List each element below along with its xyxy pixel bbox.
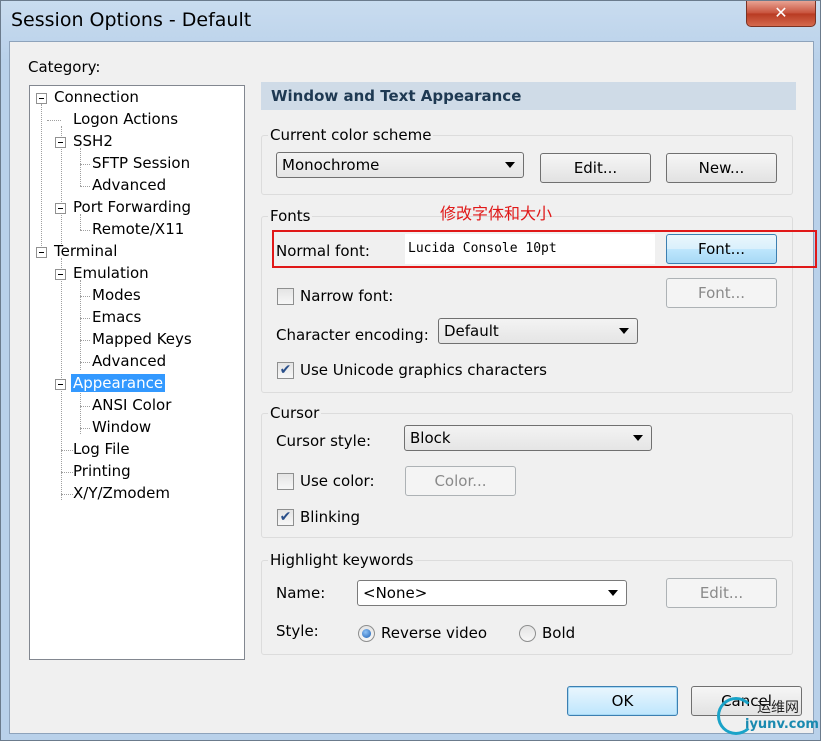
checkmark-icon: ✔ <box>279 509 292 525</box>
collapse-icon[interactable] <box>55 379 66 390</box>
tree-guide <box>61 450 73 451</box>
dropdown-arrow-icon <box>633 435 643 441</box>
dropdown-arrow-icon <box>619 328 629 334</box>
collapse-icon[interactable] <box>55 137 66 148</box>
cursor-style-select[interactable]: Block <box>404 425 652 451</box>
tree-guide <box>47 120 61 121</box>
use-color-label: Use color: <box>300 472 375 490</box>
tree-guide <box>80 362 90 363</box>
bold-label: Bold <box>542 624 576 642</box>
narrow-font-checkbox[interactable] <box>277 288 294 305</box>
tree-guide <box>80 148 81 186</box>
tree-guide <box>80 318 90 319</box>
encoding-label: Character encoding: <box>276 326 429 344</box>
reverse-video-radio[interactable] <box>358 625 375 642</box>
unicode-graphics-label: Use Unicode graphics characters <box>300 361 547 379</box>
collapse-icon[interactable] <box>36 93 47 104</box>
group-title: Cursor <box>268 404 322 422</box>
category-label: Category: <box>28 58 101 76</box>
keyword-style-label: Style: <box>276 622 319 640</box>
tree-guide <box>61 494 73 495</box>
tree-item-xyzmodem[interactable]: X/Y/Zmodem <box>73 483 170 503</box>
tree-item-log-file[interactable]: Log File <box>73 439 130 459</box>
narrow-font-button[interactable]: Font... <box>666 278 777 308</box>
session-options-window: Session Options - Default ✕ Category: Co… <box>0 0 821 741</box>
tree-item-emulation[interactable]: Emulation <box>73 263 149 283</box>
keyword-edit-button[interactable]: Edit... <box>666 578 777 608</box>
watermark-text: 运维网 <box>757 700 799 716</box>
highlight-box <box>272 230 817 268</box>
checkmark-icon: ✔ <box>279 362 292 378</box>
group-title: Fonts <box>268 207 313 225</box>
tree-item-emulation-advanced[interactable]: Advanced <box>92 351 166 371</box>
close-button[interactable]: ✕ <box>746 1 816 27</box>
tree-item-terminal[interactable]: Terminal <box>54 241 117 261</box>
ok-button[interactable]: OK <box>567 686 678 716</box>
group-title: Current color scheme <box>268 126 434 144</box>
blinking-label: Blinking <box>300 508 361 526</box>
encoding-value: Default <box>444 322 499 340</box>
close-icon: ✕ <box>774 3 788 22</box>
color-scheme-value: Monochrome <box>282 156 380 174</box>
bold-radio[interactable] <box>519 625 536 642</box>
dropdown-arrow-icon <box>505 162 515 168</box>
tree-item-ssh2[interactable]: SSH2 <box>73 131 113 151</box>
title-bar[interactable]: Session Options - Default ✕ <box>1 1 820 41</box>
unicode-graphics-checkbox[interactable]: ✔ <box>277 362 294 379</box>
dialog-body: Category: Connection Logon Actions SSH2 … <box>9 41 817 734</box>
tree-item-printing[interactable]: Printing <box>73 461 131 481</box>
tree-guide <box>80 406 90 407</box>
tree-item-emacs[interactable]: Emacs <box>92 307 141 327</box>
tree-item-connection[interactable]: Connection <box>54 87 139 107</box>
collapse-icon[interactable] <box>36 247 47 258</box>
tree-guide <box>80 186 90 187</box>
dropdown-arrow-icon <box>608 590 618 596</box>
use-color-checkbox[interactable] <box>277 473 294 490</box>
tree-item-modes[interactable]: Modes <box>92 285 141 305</box>
panel-header: Window and Text Appearance <box>261 82 796 110</box>
collapse-icon[interactable] <box>55 203 66 214</box>
reverse-video-label: Reverse video <box>381 624 488 642</box>
tree-guide <box>61 472 73 473</box>
group-title: Highlight keywords <box>268 551 416 569</box>
color-scheme-edit-button[interactable]: Edit... <box>540 153 651 183</box>
cursor-style-value: Block <box>410 429 451 447</box>
tree-guide <box>41 104 42 254</box>
keyword-name-value: <None> <box>363 584 428 602</box>
cursor-color-button[interactable]: Color... <box>405 466 516 496</box>
tree-guide <box>80 340 90 341</box>
window-title: Session Options - Default <box>11 9 252 31</box>
tree-item-sftp-session[interactable]: SFTP Session <box>92 153 190 173</box>
color-scheme-select[interactable]: Monochrome <box>276 152 524 178</box>
tree-item-port-forwarding[interactable]: Port Forwarding <box>73 197 191 217</box>
blinking-checkbox[interactable]: ✔ <box>277 509 294 526</box>
tree-guide <box>80 428 90 429</box>
collapse-icon[interactable] <box>55 269 66 280</box>
tree-guide <box>80 296 90 297</box>
tree-item-remote-x11[interactable]: Remote/X11 <box>92 219 184 239</box>
tree-item-ssh2-advanced[interactable]: Advanced <box>92 175 166 195</box>
keyword-name-select[interactable]: <None> <box>357 580 627 606</box>
tree-item-window[interactable]: Window <box>92 417 151 437</box>
tree-item-mapped-keys[interactable]: Mapped Keys <box>92 329 192 349</box>
color-scheme-new-button[interactable]: New... <box>666 153 777 183</box>
tree-item-ansi-color[interactable]: ANSI Color <box>92 395 171 415</box>
narrow-font-label: Narrow font: <box>300 287 394 305</box>
keyword-name-label: Name: <box>276 584 326 602</box>
category-tree: Connection Logon Actions SSH2 SFTP Sessi… <box>29 85 245 660</box>
tree-guide <box>80 230 90 231</box>
encoding-select[interactable]: Default <box>438 318 638 344</box>
watermark-logo: 运维网 iyunv.com <box>717 695 819 739</box>
tree-item-logon-actions[interactable]: Logon Actions <box>73 109 178 129</box>
tree-item-appearance[interactable]: Appearance <box>71 373 166 393</box>
tree-guide <box>80 164 90 165</box>
watermark-url: iyunv.com <box>745 717 819 732</box>
annotation-text: 修改字体和大小 <box>440 204 553 223</box>
cursor-style-label: Cursor style: <box>276 432 372 450</box>
tree-guide <box>80 280 81 370</box>
